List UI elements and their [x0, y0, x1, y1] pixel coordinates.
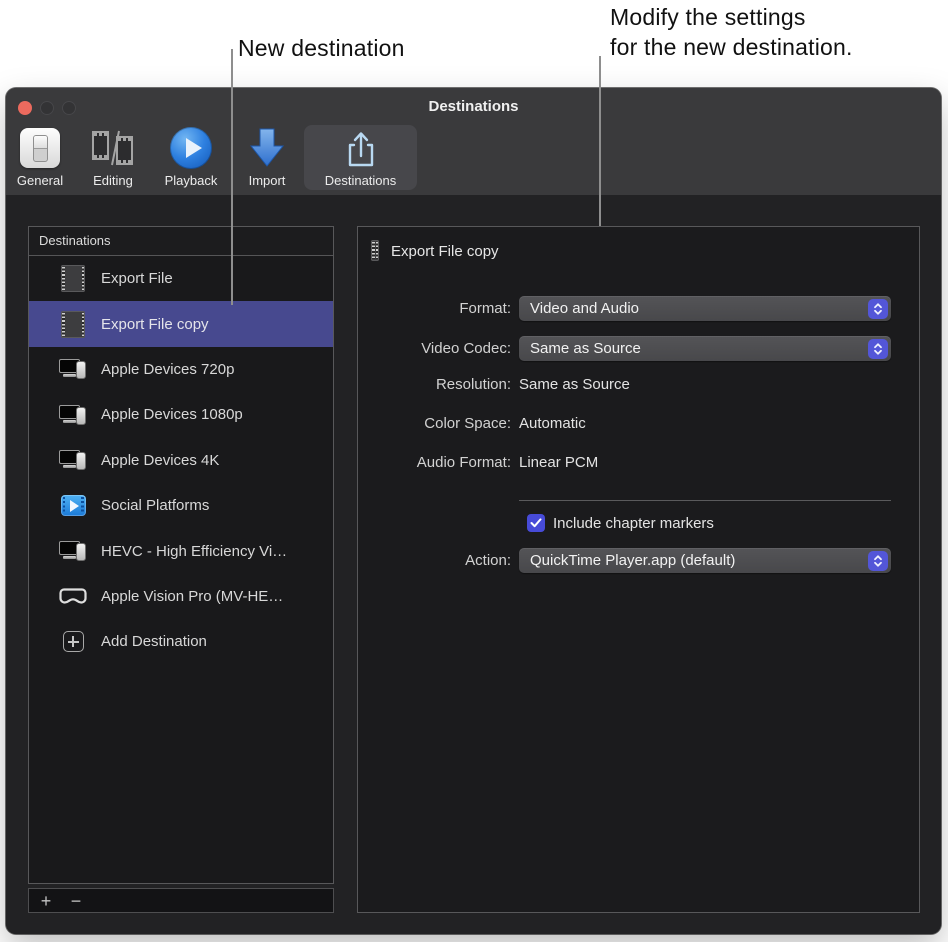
destination-label: Export File copy [101, 316, 209, 333]
resolution-value: Same as Source [519, 376, 630, 393]
toolbar-label-editing: Editing [93, 173, 133, 188]
destination-list-item[interactable]: Apple Devices 1080p [29, 392, 333, 437]
destination-label: Apple Devices 4K [101, 452, 219, 469]
popup-chevrons-icon [868, 551, 888, 571]
panel-title: Export File copy [391, 243, 499, 260]
format-label: Format: [358, 300, 511, 317]
video-codec-popup-button[interactable]: Same as Source [519, 336, 891, 361]
destination-label: Export File [101, 270, 173, 287]
import-down-arrow-icon [249, 125, 285, 171]
destinations-preferences-window: Destinations General [6, 88, 941, 934]
editing-filmstrips-icon [89, 125, 137, 171]
callout-modify-line-1: Modify the settings [610, 2, 853, 32]
video-codec-value: Same as Source [530, 340, 641, 357]
destination-list-item[interactable]: Apple Devices 4K [29, 438, 333, 483]
toolbar-label-destinations: Destinations [325, 173, 397, 188]
devices-icon [59, 537, 87, 565]
toolbar-label-playback: Playback [165, 173, 218, 188]
window-chrome: Destinations General [6, 88, 941, 196]
sidebar-header: Destinations [29, 227, 333, 256]
callout-line-modify-settings [599, 56, 601, 226]
remove-destination-button[interactable]: − [67, 892, 85, 910]
destination-label: Apple Devices 1080p [101, 406, 243, 423]
add-destination-button[interactable]: + [37, 892, 55, 910]
include-chapter-markers-label: Include chapter markers [553, 515, 714, 532]
toolbar-label-general: General [17, 173, 63, 188]
callout-modify-settings: Modify the settings for the new destinat… [610, 2, 853, 62]
general-switch-icon [20, 125, 60, 171]
destination-list-item[interactable]: Apple Vision Pro (MV-HE… [29, 574, 333, 619]
destination-list-item[interactable]: Social Platforms [29, 483, 333, 528]
resolution-label: Resolution: [358, 376, 511, 393]
include-chapter-markers-checkbox[interactable] [527, 514, 545, 532]
destination-settings-panel: Export File copy Format: Video and Audio… [357, 226, 920, 913]
destination-list-item[interactable]: Apple Devices 720p [29, 347, 333, 392]
action-value: QuickTime Player.app (default) [530, 552, 735, 569]
destination-list-item[interactable]: Export File copy [29, 301, 333, 346]
destination-list-item[interactable]: Export File [29, 256, 333, 301]
filmstrip-icon [59, 265, 87, 293]
popup-chevrons-icon [868, 299, 888, 319]
action-row: Action: QuickTime Player.app (default) [358, 548, 919, 573]
destination-label: HEVC - High Efficiency Vi… [101, 543, 287, 560]
action-label: Action: [358, 552, 511, 569]
filmstrip-icon [371, 242, 379, 260]
play-circle-icon [170, 125, 212, 171]
chapter-markers-row: Include chapter markers [358, 514, 919, 532]
format-value: Video and Audio [530, 300, 639, 317]
audio-format-row: Audio Format: Linear PCM [358, 454, 919, 471]
destination-label: Social Platforms [101, 497, 209, 514]
destination-label: Apple Devices 720p [101, 361, 234, 378]
devices-icon [59, 401, 87, 429]
color-space-value: Automatic [519, 415, 586, 432]
format-popup-button[interactable]: Video and Audio [519, 296, 891, 321]
devices-icon [59, 446, 87, 474]
callout-line-new-destination [231, 49, 233, 305]
video-codec-label: Video Codec: [358, 340, 511, 357]
toolbar-tab-editing[interactable]: Editing [71, 125, 155, 188]
share-destinations-icon [344, 129, 378, 171]
color-space-row: Color Space: Automatic [358, 415, 919, 432]
toolbar-tab-playback[interactable]: Playback [149, 125, 233, 188]
settings-separator [519, 500, 891, 501]
resolution-row: Resolution: Same as Source [358, 376, 919, 393]
audio-format-label: Audio Format: [358, 454, 511, 471]
devices-icon [59, 355, 87, 383]
filmstrip-icon [59, 310, 87, 338]
window-title: Destinations [6, 98, 941, 115]
video-codec-row: Video Codec: Same as Source [358, 336, 919, 361]
panel-header: Export File copy [371, 242, 499, 260]
audio-format-value: Linear PCM [519, 454, 598, 471]
destinations-sidebar: Destinations Export File Export File cop… [28, 226, 334, 884]
destination-label: Apple Vision Pro (MV-HE… [101, 588, 283, 605]
destination-list-item[interactable]: Add Destination [29, 619, 333, 664]
toolbar-tab-destinations[interactable]: Destinations [304, 125, 417, 190]
sidebar-add-remove-bar: + − [28, 888, 334, 913]
social-icon [59, 492, 87, 520]
action-popup-button[interactable]: QuickTime Player.app (default) [519, 548, 891, 573]
toolbar-tab-import[interactable]: Import [225, 125, 309, 188]
format-row: Format: Video and Audio [358, 296, 919, 321]
toolbar-label-import: Import [249, 173, 286, 188]
toolbar-tab-general[interactable]: General [0, 125, 82, 188]
vision-pro-icon [59, 582, 87, 610]
callout-new-destination: New destination [238, 33, 405, 63]
callout-modify-line-2: for the new destination. [610, 32, 853, 62]
destinations-list: Export File Export File copy Apple Devic… [29, 256, 333, 665]
add-icon [59, 628, 87, 656]
color-space-label: Color Space: [358, 415, 511, 432]
destination-label: Add Destination [101, 633, 207, 650]
destination-list-item[interactable]: HEVC - High Efficiency Vi… [29, 528, 333, 573]
popup-chevrons-icon [868, 339, 888, 359]
